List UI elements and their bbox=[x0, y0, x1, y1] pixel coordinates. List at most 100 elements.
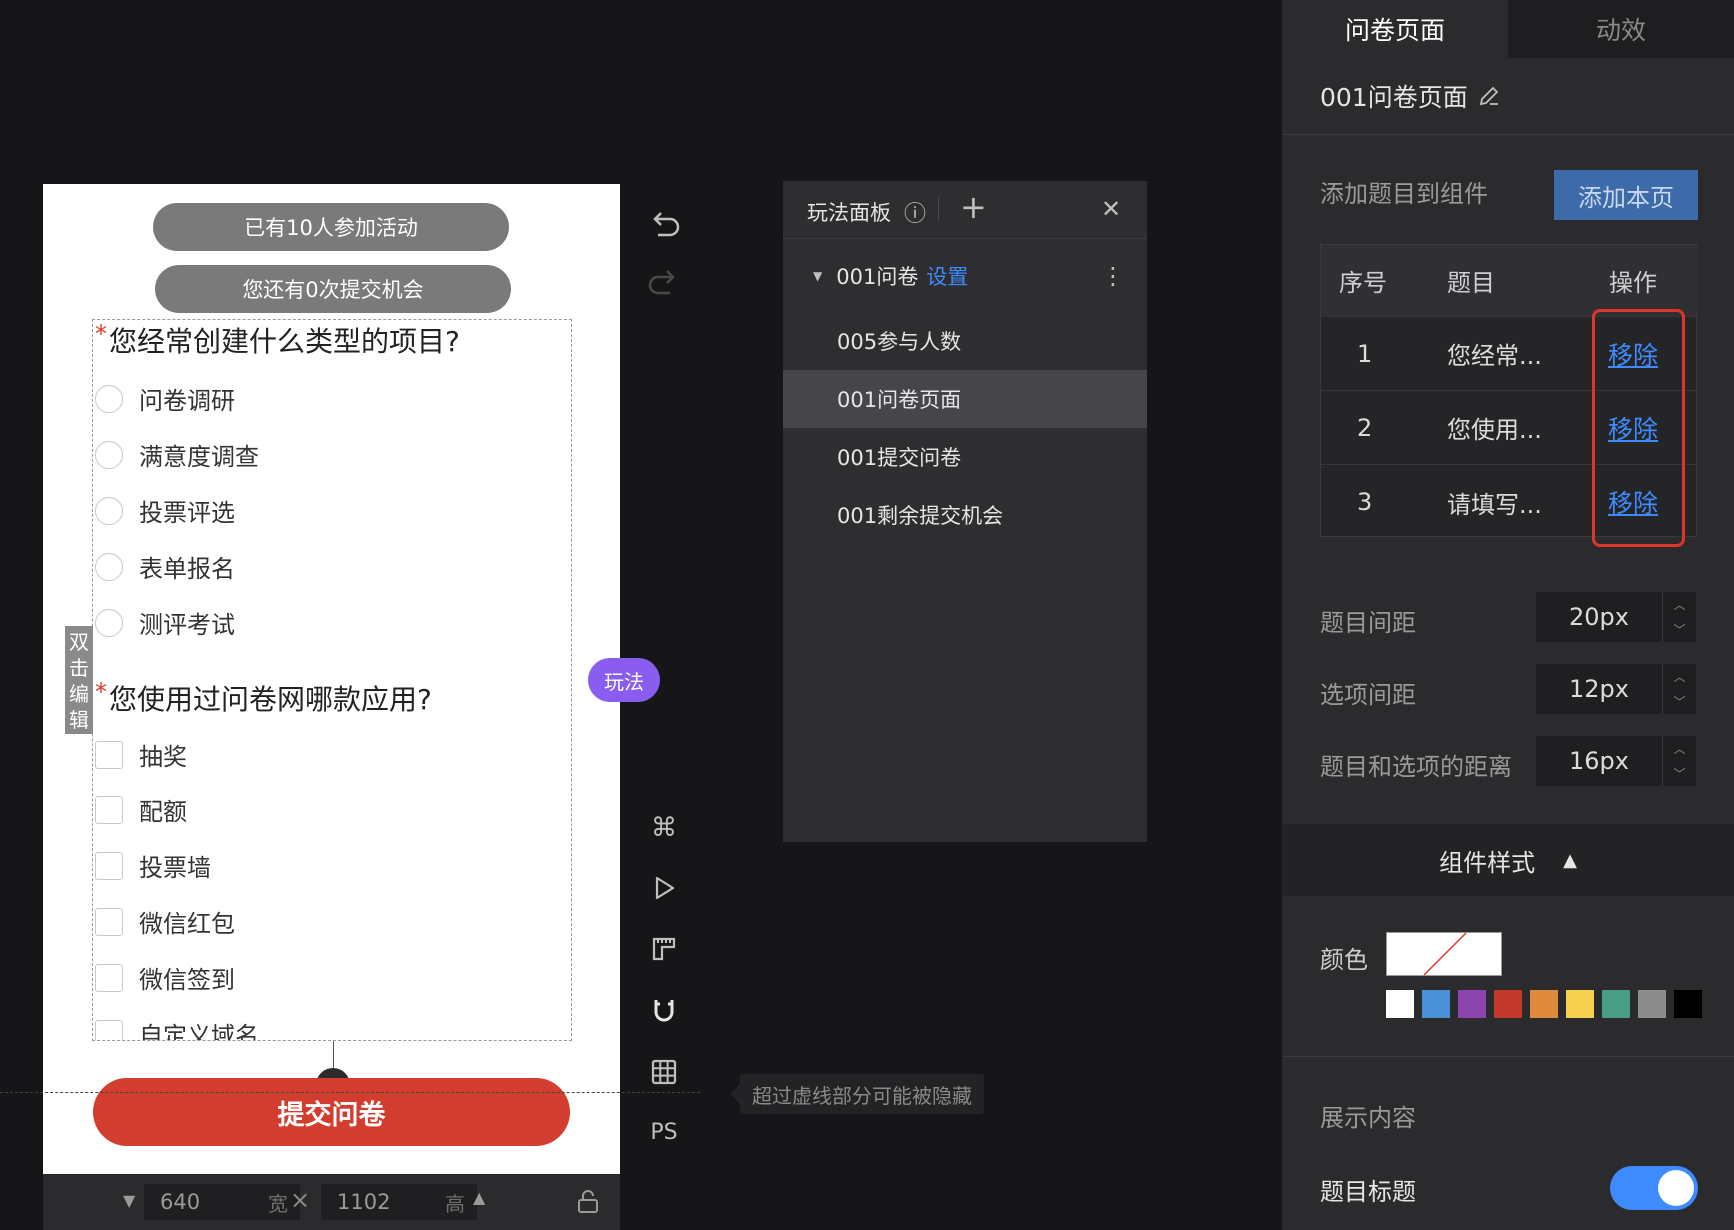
checkbox[interactable] bbox=[95, 963, 123, 992]
unlock-icon[interactable] bbox=[575, 1188, 601, 1214]
swatch-white[interactable] bbox=[1386, 990, 1414, 1018]
swatch-yellow[interactable] bbox=[1566, 990, 1594, 1018]
dimension-bar: ▼ 640 宽 × 1102 高 ▲ bbox=[43, 1174, 620, 1230]
checkbox[interactable] bbox=[95, 907, 123, 936]
display-content-label: 展示内容 bbox=[1320, 1104, 1416, 1132]
hidden-area-tooltip: 超过虚线部分可能被隐藏 bbox=[730, 1074, 984, 1114]
times-icon: × bbox=[290, 1186, 311, 1214]
color-picker[interactable] bbox=[1386, 932, 1502, 976]
stepper-up-icon[interactable]: ︿ bbox=[1663, 592, 1696, 617]
undo-icon[interactable] bbox=[644, 205, 684, 245]
ps-icon[interactable]: PS bbox=[644, 1112, 684, 1152]
stepper-up-icon[interactable]: ︿ bbox=[1663, 736, 1696, 761]
checkbox[interactable] bbox=[95, 851, 123, 880]
caret-up-icon: ▲ bbox=[1563, 849, 1577, 871]
redo-icon[interactable] bbox=[644, 263, 684, 303]
question-2-option[interactable]: 微信签到 bbox=[95, 960, 235, 995]
caret-down-icon[interactable]: ▼ bbox=[813, 269, 822, 283]
page-name: 001问卷页面 bbox=[1320, 83, 1468, 112]
swatch-blue[interactable] bbox=[1422, 990, 1450, 1018]
tree-item[interactable]: 001剩余提交机会 bbox=[783, 486, 1147, 544]
swatch-purple[interactable] bbox=[1458, 990, 1486, 1018]
edit-icon[interactable] bbox=[1477, 84, 1501, 108]
tree-item[interactable]: 001提交问卷 bbox=[783, 428, 1147, 486]
radio-button[interactable] bbox=[95, 552, 123, 581]
play-panel-title: 玩法面板 bbox=[807, 201, 891, 225]
stepper-up-icon[interactable]: ︿ bbox=[1663, 664, 1696, 689]
play-badge[interactable]: 玩法 bbox=[588, 658, 660, 702]
radio-button[interactable] bbox=[95, 608, 123, 637]
double-click-edit-label[interactable]: 双击编辑 bbox=[65, 626, 93, 734]
question-spacing-stepper[interactable]: 20px ︿ ﹀ bbox=[1536, 592, 1696, 642]
settings-panel: 问卷页面 动效 001问卷页面 添加题目到组件 添加本页 序号 题目 操作 1 … bbox=[1282, 0, 1734, 1230]
stepper-down-icon[interactable]: ﹀ bbox=[1663, 689, 1696, 714]
caret-up-icon[interactable]: ▲ bbox=[473, 1188, 485, 1207]
radio-button[interactable] bbox=[95, 384, 123, 413]
tab-questionnaire-page[interactable]: 问卷页面 bbox=[1282, 0, 1508, 58]
command-icon[interactable]: ⌘ bbox=[644, 808, 684, 848]
question-2-option[interactable]: 配额 bbox=[95, 792, 187, 827]
divider bbox=[1282, 1056, 1734, 1057]
close-icon[interactable]: ✕ bbox=[1101, 195, 1121, 223]
question-2-option[interactable]: 自定义域名 bbox=[95, 1016, 259, 1040]
component-style-section[interactable]: 组件样式 ▲ bbox=[1282, 824, 1734, 896]
tree-item[interactable]: 005参与人数 bbox=[783, 312, 1147, 370]
question-2-option[interactable]: 微信红包 bbox=[95, 904, 235, 939]
width-input[interactable]: 640 宽 bbox=[144, 1184, 300, 1220]
swatch-black[interactable] bbox=[1674, 990, 1702, 1018]
grid-icon[interactable] bbox=[644, 1052, 684, 1092]
question-group[interactable]: *您经常创建什么类型的项目? 问卷调研 满意度调查 投票评选 表单报名 测评考试… bbox=[92, 319, 572, 1041]
play-icon[interactable] bbox=[644, 868, 684, 908]
question-2-title: *您使用过问卷网哪款应用? bbox=[95, 678, 432, 716]
question-1-option[interactable]: 投票评选 bbox=[95, 493, 235, 528]
question-2-option[interactable]: 投票墙 bbox=[95, 848, 211, 883]
play-panel[interactable]: 玩法面板 ⓘ + ✕ ▼ 001问卷 设置 ⋮ 005参与人数 001问卷页面 … bbox=[783, 181, 1147, 842]
highlight-box bbox=[1592, 309, 1685, 547]
swatch-gray[interactable] bbox=[1638, 990, 1666, 1018]
swatch-red[interactable] bbox=[1494, 990, 1522, 1018]
checkbox[interactable] bbox=[95, 1019, 123, 1040]
stepper-down-icon[interactable]: ﹀ bbox=[1663, 761, 1696, 786]
add-icon[interactable]: + bbox=[960, 188, 987, 226]
submit-button[interactable]: 提交问卷 bbox=[93, 1078, 570, 1146]
magnet-icon[interactable] bbox=[644, 990, 684, 1030]
title-option-gap-stepper[interactable]: 16px ︿ ﹀ bbox=[1536, 736, 1696, 786]
option-spacing-label: 选项间距 bbox=[1320, 681, 1416, 709]
tree-group-questionnaire[interactable]: ▼ 001问卷 设置 ⋮ bbox=[783, 247, 1147, 305]
question-1-option[interactable]: 满意度调查 bbox=[95, 437, 259, 472]
tree-group-label: 001问卷 bbox=[836, 265, 919, 289]
tree-item-selected[interactable]: 001问卷页面 bbox=[783, 370, 1147, 428]
phone-canvas[interactable]: 已有10人参加活动 您还有0次提交机会 *您经常创建什么类型的项目? 问卷调研 … bbox=[43, 184, 620, 1174]
question-1-option[interactable]: 问卷调研 bbox=[95, 381, 235, 416]
checkbox[interactable] bbox=[95, 795, 123, 824]
divider bbox=[938, 197, 939, 221]
tab-animation[interactable]: 动效 bbox=[1508, 0, 1734, 58]
question-1-title: *您经常创建什么类型的项目? bbox=[95, 320, 460, 358]
question-1-option[interactable]: 表单报名 bbox=[95, 549, 235, 584]
ruler-icon[interactable] bbox=[644, 929, 684, 969]
stepper-down-icon[interactable]: ﹀ bbox=[1663, 617, 1696, 642]
radio-button[interactable] bbox=[95, 440, 123, 469]
add-page-button[interactable]: 添加本页 bbox=[1554, 170, 1698, 220]
height-input[interactable]: 1102 高 bbox=[321, 1184, 477, 1220]
question-1-option[interactable]: 测评考试 bbox=[95, 605, 235, 640]
option-spacing-stepper[interactable]: 12px ︿ ﹀ bbox=[1536, 664, 1696, 714]
table-header: 序号 题目 操作 bbox=[1321, 245, 1698, 317]
radio-button[interactable] bbox=[95, 496, 123, 525]
caret-down-icon[interactable]: ▼ bbox=[123, 1191, 135, 1210]
play-panel-header: 玩法面板 ⓘ + ✕ bbox=[783, 181, 1147, 239]
chances-pill[interactable]: 您还有0次提交机会 bbox=[155, 265, 511, 313]
swatch-orange[interactable] bbox=[1530, 990, 1558, 1018]
checkbox[interactable] bbox=[95, 740, 123, 769]
question-spacing-label: 题目间距 bbox=[1320, 609, 1416, 637]
visible-area-guide bbox=[0, 1092, 700, 1093]
swatch-green[interactable] bbox=[1602, 990, 1630, 1018]
title-option-gap-label: 题目和选项的距离 bbox=[1320, 753, 1512, 781]
more-icon[interactable]: ⋮ bbox=[1101, 262, 1125, 290]
participants-pill[interactable]: 已有10人参加活动 bbox=[153, 203, 509, 251]
question-title-toggle[interactable] bbox=[1610, 1166, 1698, 1210]
info-icon[interactable]: ⓘ bbox=[904, 196, 926, 228]
question-title-label: 题目标题 bbox=[1320, 1178, 1416, 1206]
settings-link[interactable]: 设置 bbox=[926, 261, 968, 291]
question-2-option[interactable]: 抽奖 bbox=[95, 737, 187, 772]
